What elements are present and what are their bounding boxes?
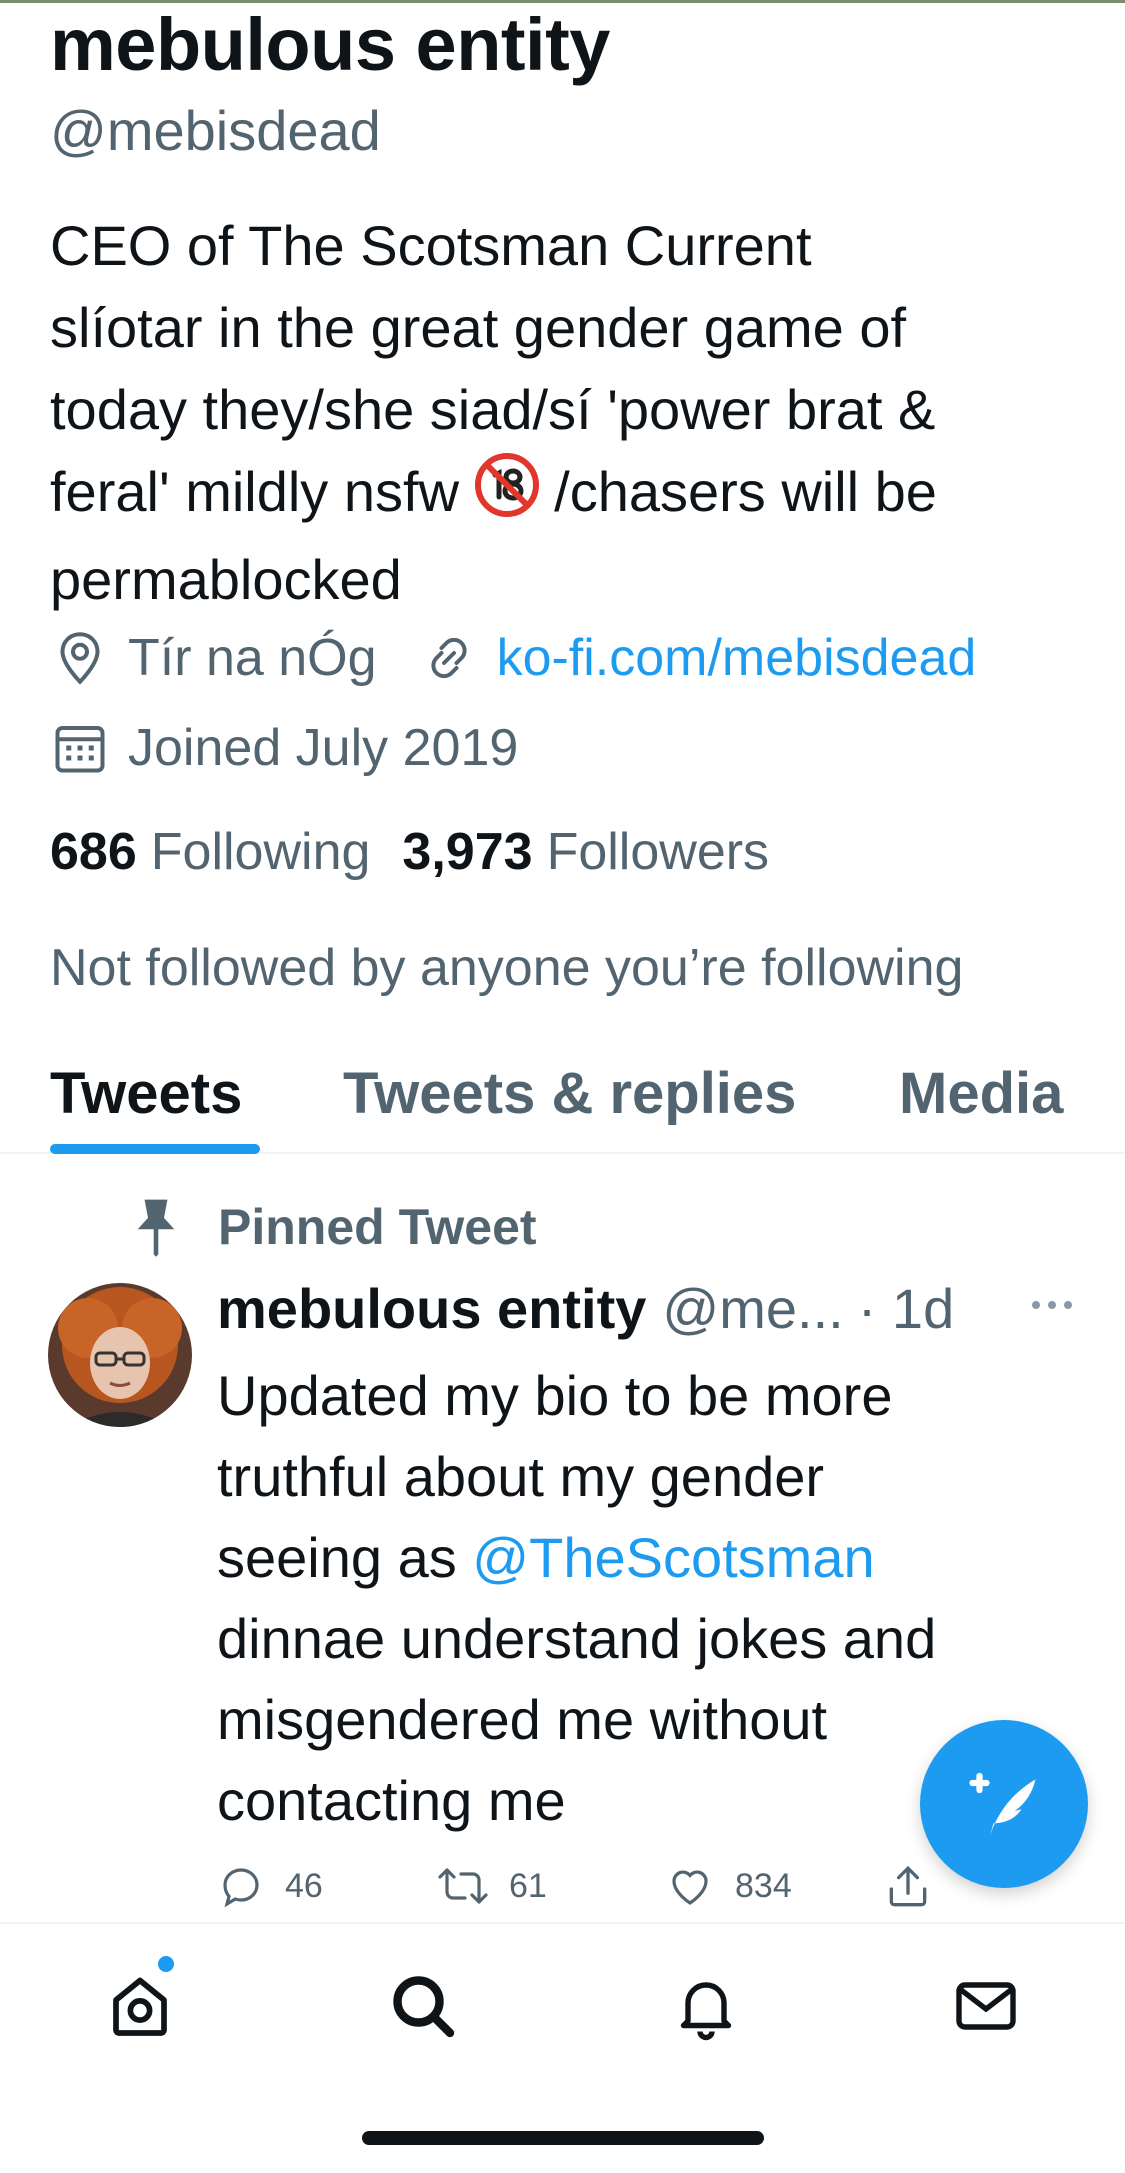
- follow-stats: 686 Following 3,973 Followers: [50, 822, 769, 882]
- tweet-author-handle[interactable]: @me...: [662, 1276, 843, 1341]
- bio-text: /chasers will be: [538, 460, 937, 523]
- link-icon: [430, 637, 467, 679]
- bio-line: CEO of The Scotsman Current: [50, 214, 812, 277]
- tweet-actions: 46 61 834: [217, 1862, 1017, 1922]
- retweet-button[interactable]: 61: [437, 1862, 547, 1910]
- profile-tabs: Tweets Tweets & replies Media: [0, 1050, 1125, 1154]
- reply-icon: [223, 1868, 259, 1908]
- more-options-icon[interactable]: [1030, 1298, 1074, 1316]
- profile-joined-date: Joined July 2019: [128, 719, 519, 777]
- share-icon: [889, 1865, 927, 1907]
- tweet-text-line: dinnae understand jokes and: [217, 1607, 937, 1670]
- profile-meta-joined: Joined July 2019: [50, 718, 518, 778]
- tweet-author-name[interactable]: mebulous entity: [217, 1276, 646, 1341]
- tweet-text-line: seeing as @TheScotsman: [217, 1517, 1067, 1598]
- not-followed-notice: Not followed by anyone you’re following: [50, 939, 964, 997]
- reply-button[interactable]: 46: [217, 1862, 323, 1910]
- following-count: 686: [50, 823, 137, 881]
- tweet-timestamp[interactable]: · 1d: [858, 1276, 955, 1341]
- retweet-icon: [438, 1868, 488, 1904]
- tweet-text-line: Updated my bio to be more: [217, 1364, 893, 1427]
- calendar-icon: [55, 726, 105, 773]
- pinned-tweet-label: Pinned Tweet: [218, 1199, 537, 1255]
- followers-count: 3,973: [402, 823, 533, 881]
- home-indicator-bar[interactable]: [362, 2131, 764, 2145]
- profile-location: Tír na nÓg: [128, 629, 377, 687]
- tab-tweets[interactable]: Tweets: [50, 1060, 242, 1127]
- retweet-count: 61: [509, 1866, 547, 1905]
- tweet-header: mebulous entity @me... · 1d: [217, 1276, 954, 1341]
- bio-line: feral' mildly nsfw /chasers will be: [50, 451, 1090, 539]
- like-count: 834: [735, 1866, 792, 1905]
- no-one-under-eighteen-icon: [474, 453, 539, 539]
- pinned-tweet-label-row: Pinned Tweet: [128, 1195, 537, 1259]
- tab-media[interactable]: Media: [899, 1060, 1063, 1127]
- heart-icon: [672, 1870, 708, 1905]
- reply-count: 46: [285, 1866, 323, 1905]
- bio-text: feral' mildly nsfw: [50, 460, 475, 523]
- active-tab-indicator: [50, 1144, 260, 1154]
- home-notification-dot: [158, 1956, 174, 1972]
- mention-link[interactable]: @TheScotsman: [472, 1526, 874, 1589]
- followers-link[interactable]: 3,973 Followers: [402, 822, 769, 882]
- pin-icon: [137, 1199, 175, 1257]
- profile-display-name: mebulous entity: [50, 3, 610, 86]
- search-icon[interactable]: [387, 1970, 459, 2042]
- profile-website-link[interactable]: ko-fi.com/mebisdead: [497, 628, 977, 688]
- compose-tweet-button[interactable]: [920, 1720, 1088, 1888]
- tab-tweets-and-replies[interactable]: Tweets & replies: [343, 1060, 796, 1127]
- following-link[interactable]: 686 Following: [50, 822, 370, 882]
- followers-label: Followers: [546, 823, 770, 881]
- profile-meta-location-website: Tír na nÓg ko-fi.com/mebisdead: [50, 628, 976, 688]
- author-avatar[interactable]: [48, 1283, 192, 1427]
- tweet-text-line: truthful about my gender: [217, 1445, 825, 1508]
- tweet-text-span: seeing as: [217, 1526, 473, 1589]
- profile-handle: @mebisdead: [50, 99, 381, 162]
- share-button[interactable]: [883, 1862, 953, 1912]
- bell-icon[interactable]: [670, 1970, 742, 2042]
- home-icon[interactable]: [104, 1970, 176, 2042]
- like-button[interactable]: 834: [665, 1862, 792, 1910]
- tweet-text-line: misgendered me without: [217, 1688, 828, 1751]
- profile-bio: CEO of The Scotsman Current slíotar in t…: [50, 205, 1090, 621]
- mail-icon[interactable]: [950, 1970, 1022, 2042]
- compose-feather-icon: [969, 1772, 1036, 1836]
- bio-line: today they/she siad/sí 'power brat &: [50, 378, 936, 441]
- bio-line: permablocked: [50, 548, 402, 611]
- following-label: Following: [150, 823, 371, 881]
- bio-line: slíotar in the great gender game of: [50, 296, 907, 359]
- location-pin-icon: [60, 632, 100, 685]
